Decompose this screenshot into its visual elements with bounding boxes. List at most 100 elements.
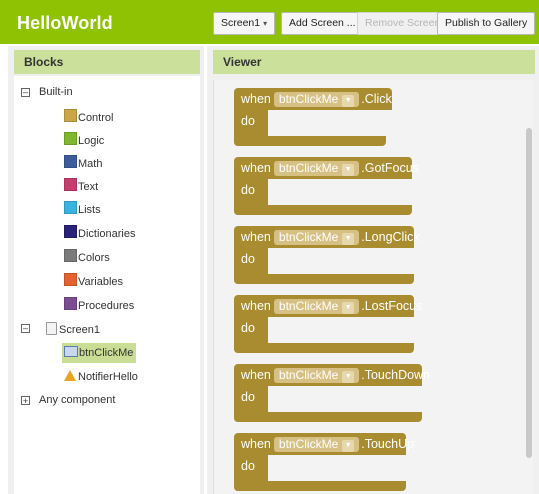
tree-item-procedures[interactable]: Procedures bbox=[64, 296, 134, 316]
tree-item-label: Dictionaries bbox=[78, 228, 136, 240]
tree-item-dictionaries[interactable]: Dictionaries bbox=[64, 224, 135, 244]
screen-selector-dropdown[interactable]: Screen1 ▾ bbox=[213, 12, 276, 35]
statement-slot[interactable] bbox=[268, 455, 448, 481]
when-label: when bbox=[241, 368, 271, 382]
tree-item-label: Screen1 bbox=[59, 324, 100, 336]
collapse-builtin-icon[interactable]: – bbox=[21, 88, 30, 97]
screen-icon bbox=[46, 322, 57, 335]
tree-item-label: Variables bbox=[78, 276, 124, 288]
statement-slot[interactable] bbox=[268, 317, 448, 343]
blocks-tree: – Built-in Control Logic Math Text Lists… bbox=[14, 76, 200, 494]
do-label: do bbox=[241, 459, 255, 473]
event-block-footer bbox=[234, 205, 412, 215]
event-name: .TouchUp bbox=[361, 437, 415, 451]
tree-item-label: Logic bbox=[78, 135, 105, 147]
statement-slot[interactable] bbox=[268, 179, 448, 205]
top-bar: HelloWorld Screen1 ▾ Add Screen ... Remov… bbox=[0, 0, 539, 44]
dropdown-arrow-icon: ▼ bbox=[342, 371, 355, 383]
dropdown-arrow-icon: ▼ bbox=[342, 233, 355, 245]
dropdown-arrow-icon: ▼ bbox=[342, 302, 355, 314]
component-label: btnClickMe bbox=[278, 368, 339, 382]
event-block-header: when btnClickMe ▼ .TouchDown bbox=[234, 364, 430, 386]
when-label: when bbox=[241, 230, 271, 244]
event-block-touchdown[interactable]: when btnClickMe ▼ .TouchDown do bbox=[234, 364, 456, 422]
colors-swatch-icon bbox=[64, 249, 77, 262]
viewer-panel: Viewer when btnClickMe ▼ .Click do when btnC… bbox=[207, 46, 539, 494]
add-screen-button[interactable]: Add Screen ... bbox=[281, 12, 364, 35]
component-dropdown[interactable]: btnClickMe ▼ bbox=[273, 92, 360, 107]
event-block-footer bbox=[234, 412, 422, 422]
when-label: when bbox=[241, 299, 271, 313]
do-label: do bbox=[241, 252, 255, 266]
component-label: btnClickMe bbox=[278, 230, 339, 244]
tree-item-text[interactable]: Text bbox=[64, 177, 98, 197]
event-name: .LongClick bbox=[361, 230, 420, 244]
tree-item-label: btnClickMe bbox=[79, 347, 134, 359]
component-dropdown[interactable]: btnClickMe ▼ bbox=[273, 161, 360, 176]
component-label: btnClickMe bbox=[278, 92, 339, 106]
event-block-touchup[interactable]: when btnClickMe ▼ .TouchUp do bbox=[234, 433, 456, 491]
do-label: do bbox=[241, 114, 255, 128]
publish-to-gallery-button[interactable]: Publish to Gallery bbox=[437, 12, 536, 35]
workspace-scrollbar[interactable] bbox=[526, 128, 532, 458]
when-label: when bbox=[241, 437, 271, 451]
tree-item-variables[interactable]: Variables bbox=[64, 272, 123, 292]
statement-slot[interactable] bbox=[268, 248, 448, 274]
expand-any-component-icon[interactable]: + bbox=[21, 396, 30, 406]
blocks-workspace[interactable]: when btnClickMe ▼ .Click do when btnClickMe ▼… bbox=[213, 80, 533, 494]
component-dropdown[interactable]: btnClickMe ▼ bbox=[273, 230, 360, 245]
logic-swatch-icon bbox=[64, 132, 77, 145]
notifier-warning-icon bbox=[64, 370, 76, 381]
blocks-panel-title: Blocks bbox=[14, 50, 200, 74]
when-label: when bbox=[241, 92, 271, 106]
dropdown-arrow-icon: ▼ bbox=[342, 440, 355, 452]
dropdown-arrow-icon: ▼ bbox=[342, 164, 355, 176]
event-block-lostfocus[interactable]: when btnClickMe ▼ .LostFocus do bbox=[234, 295, 456, 353]
tree-item-math[interactable]: Math bbox=[64, 154, 102, 174]
procedures-swatch-icon bbox=[64, 297, 77, 310]
tree-item-control[interactable]: Control bbox=[64, 108, 113, 128]
lists-swatch-icon bbox=[64, 201, 77, 214]
remove-screen-button[interactable]: Remove Screen bbox=[357, 12, 449, 35]
event-name: .Click bbox=[361, 92, 392, 106]
event-block-header: when btnClickMe ▼ .LostFocus bbox=[234, 295, 422, 317]
event-block-gotfocus[interactable]: when btnClickMe ▼ .GotFocus do bbox=[234, 157, 456, 215]
statement-slot[interactable] bbox=[268, 386, 448, 412]
dropdown-arrow-icon: ▼ bbox=[342, 95, 355, 107]
tree-item-screen1[interactable]: Screen1 bbox=[46, 320, 100, 340]
event-name: .GotFocus bbox=[361, 161, 419, 175]
do-label: do bbox=[241, 321, 255, 335]
screen-selector-label: Screen1 bbox=[221, 17, 261, 29]
viewer-panel-title: Viewer bbox=[213, 50, 535, 74]
tree-item-notifierhello[interactable]: NotifierHello bbox=[64, 367, 138, 387]
tree-item-builtin[interactable]: Built-in bbox=[39, 82, 73, 102]
event-block-click[interactable]: when btnClickMe ▼ .Click do bbox=[234, 88, 456, 146]
tree-item-label: Lists bbox=[78, 204, 101, 216]
collapse-screen1-icon[interactable]: – bbox=[21, 324, 30, 333]
statement-slot[interactable] bbox=[268, 110, 448, 136]
tree-item-label: Math bbox=[78, 158, 103, 170]
tree-item-logic[interactable]: Logic bbox=[64, 131, 104, 151]
component-label: btnClickMe bbox=[278, 161, 339, 175]
component-dropdown[interactable]: btnClickMe ▼ bbox=[273, 368, 360, 383]
component-dropdown[interactable]: btnClickMe ▼ bbox=[273, 437, 360, 452]
event-name: .LostFocus bbox=[361, 299, 423, 313]
variables-swatch-icon bbox=[64, 273, 77, 286]
tree-item-btnclickme[interactable]: btnClickMe bbox=[62, 343, 137, 363]
component-label: btnClickMe bbox=[278, 299, 339, 313]
chevron-down-icon: ▾ bbox=[263, 19, 268, 28]
component-dropdown[interactable]: btnClickMe ▼ bbox=[273, 299, 360, 314]
tree-item-any-component[interactable]: Any component bbox=[39, 390, 115, 410]
tree-item-label: Colors bbox=[78, 252, 110, 264]
event-block-header: when btnClickMe ▼ .Click bbox=[234, 88, 392, 110]
event-block-header: when btnClickMe ▼ .TouchUp bbox=[234, 433, 414, 455]
event-block-footer bbox=[234, 274, 414, 284]
tree-item-lists[interactable]: Lists bbox=[64, 200, 101, 220]
dictionaries-swatch-icon bbox=[64, 225, 77, 238]
event-block-header: when btnClickMe ▼ .LongClick bbox=[234, 226, 420, 248]
button-component-icon bbox=[64, 346, 78, 357]
tree-item-label: Procedures bbox=[78, 300, 135, 312]
tree-item-label: NotifierHello bbox=[78, 371, 138, 383]
event-block-longclick[interactable]: when btnClickMe ▼ .LongClick do bbox=[234, 226, 456, 284]
tree-item-colors[interactable]: Colors bbox=[64, 248, 110, 268]
